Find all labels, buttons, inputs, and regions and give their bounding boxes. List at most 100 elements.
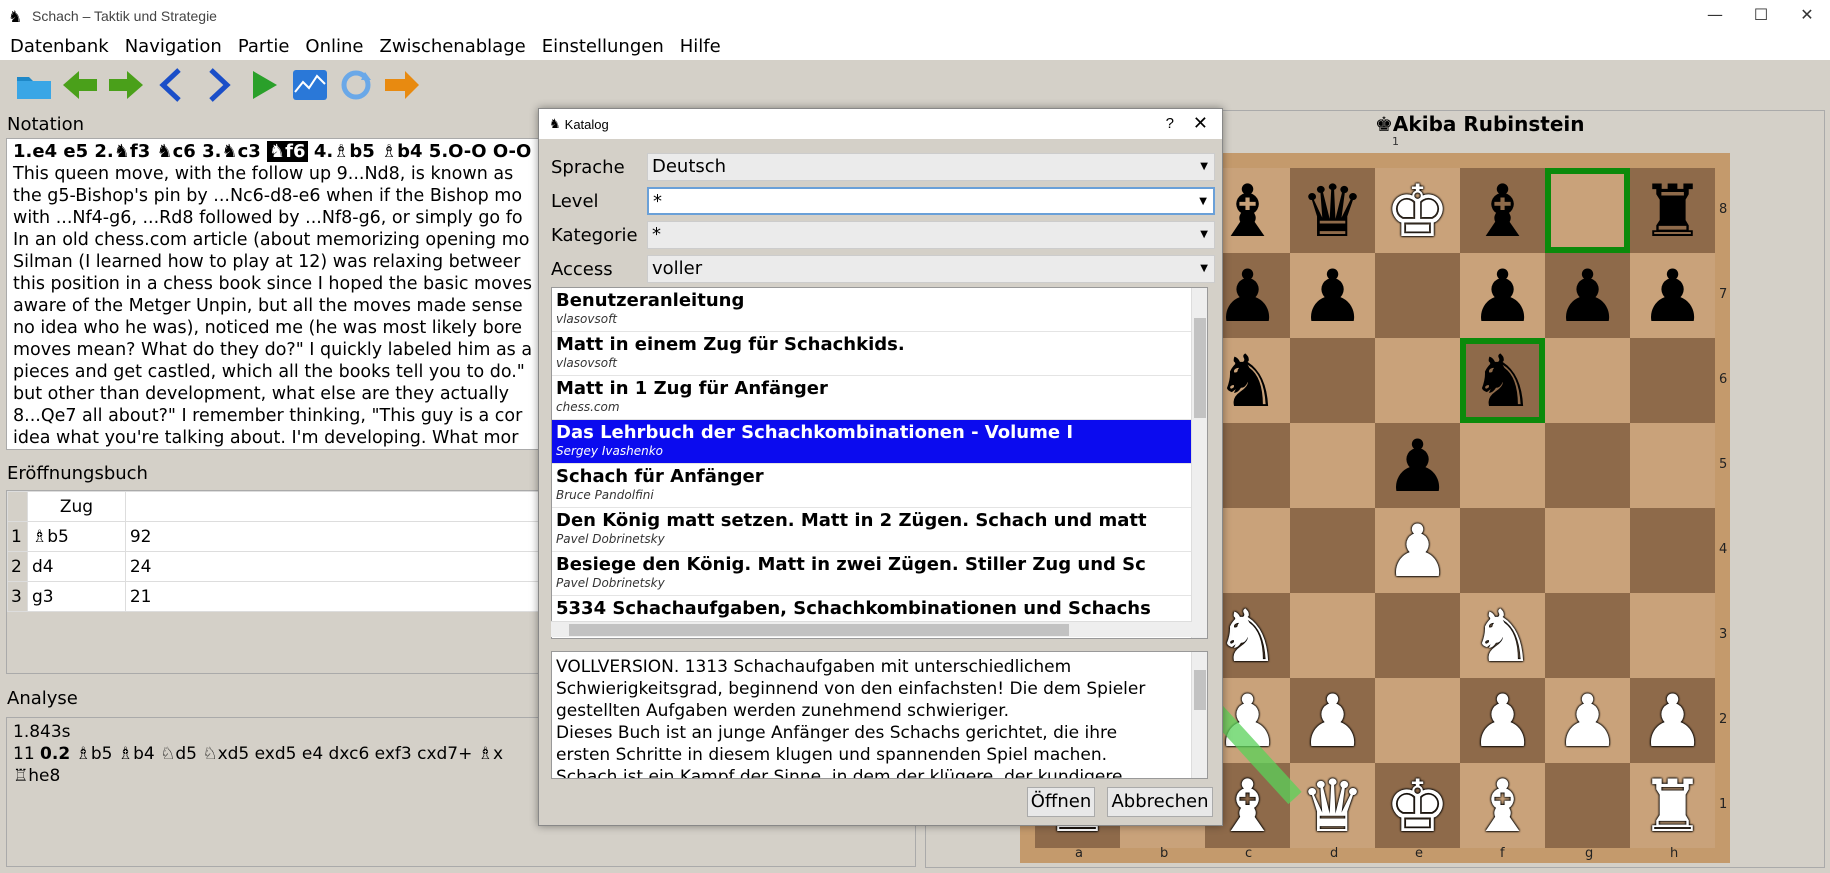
- file-label: f: [1500, 846, 1505, 861]
- description-line: Schwierigkeitsgrad, beginnend von den ei…: [556, 679, 1146, 699]
- analysis-icon[interactable]: [288, 63, 332, 107]
- catalog-list[interactable]: Benutzeranleitung vlasovsoft Matt in eine…: [551, 287, 1208, 639]
- list-vertical-scrollbar[interactable]: [1191, 288, 1207, 638]
- row-number: 2: [7, 551, 28, 582]
- item-author: vlasovsoft: [556, 312, 618, 326]
- list-item[interactable]: Besiege den König. Matt in zwei Zügen. S…: [552, 552, 1207, 596]
- list-item[interactable]: Schach für Anfänger Bruce Pandolfini: [552, 464, 1207, 508]
- maximize-button[interactable]: ☐: [1738, 0, 1784, 32]
- rank-label: 6: [1719, 372, 1728, 387]
- book-move[interactable]: g3: [26, 581, 126, 612]
- player-rank-top: 1: [1392, 135, 1399, 148]
- description-line: VOLLVERSION. 1313 Schachaufgaben mit unt…: [556, 657, 1072, 677]
- rank-label: 1: [1719, 797, 1728, 812]
- moves-text-rest[interactable]: 4.♗b5 ♗b4 5.O-O O-O: [308, 141, 531, 162]
- dropdown-arrow-icon: ▼: [1200, 263, 1208, 274]
- refresh-icon[interactable]: [334, 63, 378, 107]
- menu-online[interactable]: Online: [305, 36, 363, 57]
- analysis-moves: ♗b5 ♗b4 ♘d5 ♘xd5 exd5 e4 dxc6 exf3 cxd7+…: [70, 744, 504, 764]
- item-title: Matt in einem Zug für Schachkids.: [556, 334, 905, 355]
- file-label: b: [1160, 846, 1169, 861]
- select-value: *: [653, 191, 662, 212]
- window-title: Schach – Taktik und Strategie: [32, 8, 217, 24]
- item-author: Bruce Pandolfini: [556, 488, 654, 502]
- analysis-score: 0.2: [40, 744, 71, 764]
- row-number: 1: [7, 521, 28, 552]
- item-title: Schach für Anfänger: [556, 466, 764, 487]
- app-icon: ♞: [549, 116, 561, 131]
- column-header-zug[interactable]: Zug: [26, 491, 126, 522]
- list-item[interactable]: Benutzeranleitung vlasovsoft: [552, 288, 1207, 332]
- book-move[interactable]: d4: [26, 551, 126, 582]
- access-select[interactable]: voller ▼: [647, 255, 1215, 283]
- field-kategorie: Kategorie * ▼: [551, 221, 1215, 249]
- menu-bar: Datenbank Navigation Partie Online Zwisc…: [0, 32, 1830, 60]
- dropdown-arrow-icon: ▼: [1200, 161, 1208, 172]
- dialog-close-button[interactable]: ✕: [1193, 113, 1208, 134]
- prev-icon[interactable]: [150, 63, 194, 107]
- menu-partie[interactable]: Partie: [238, 36, 290, 57]
- close-button[interactable]: ✕: [1784, 0, 1830, 32]
- description-scrollbar[interactable]: [1191, 652, 1207, 778]
- file-label: g: [1585, 846, 1594, 861]
- field-access: Access voller ▼: [551, 255, 1215, 283]
- row-number: 3: [7, 581, 28, 612]
- description-box[interactable]: VOLLVERSION. 1313 Schachaufgaben mit unt…: [551, 651, 1208, 779]
- scrollbar-thumb[interactable]: [1194, 670, 1206, 710]
- scrollbar-thumb[interactable]: [569, 624, 1069, 636]
- file-label: h: [1670, 846, 1679, 861]
- menu-datenbank[interactable]: Datenbank: [10, 36, 109, 57]
- menu-zwischenablage[interactable]: Zwischenablage: [379, 36, 525, 57]
- analysis-depth: 11: [13, 744, 35, 764]
- item-author: Sergey Ivashenko: [556, 444, 663, 458]
- moves-text[interactable]: 1.e4 e5 2.♞f3 ♞c6 3.♞c3: [13, 141, 267, 162]
- file-label: a: [1075, 846, 1083, 861]
- dropdown-arrow-icon: ▼: [1199, 196, 1207, 207]
- book-move[interactable]: ♗b5: [26, 521, 126, 552]
- item-title: Den König matt setzen. Matt in 2 Zügen. …: [556, 510, 1147, 531]
- field-label: Kategorie: [551, 224, 638, 246]
- item-title: Matt in 1 Zug für Anfänger: [556, 378, 828, 399]
- forward-icon[interactable]: [104, 63, 148, 107]
- next-icon[interactable]: [196, 63, 240, 107]
- play-icon[interactable]: [242, 63, 286, 107]
- list-item[interactable]: Matt in einem Zug für Schachkids. vlasovs…: [552, 332, 1207, 376]
- rank-label: 2: [1719, 712, 1728, 727]
- list-item[interactable]: Matt in 1 Zug für Anfänger chess.com: [552, 376, 1207, 420]
- list-horizontal-scrollbar[interactable]: [551, 621, 1192, 637]
- item-title: Besiege den König. Matt in zwei Zügen. S…: [556, 554, 1146, 575]
- field-sprache: Sprache Deutsch ▼: [551, 153, 1215, 181]
- cancel-button[interactable]: Abbrechen: [1107, 787, 1213, 817]
- select-value: Deutsch: [652, 156, 727, 177]
- menu-einstellungen[interactable]: Einstellungen: [542, 36, 664, 57]
- menu-navigation[interactable]: Navigation: [125, 36, 222, 57]
- current-move[interactable]: ♞f6: [267, 141, 308, 162]
- kategorie-select[interactable]: * ▼: [647, 221, 1215, 249]
- back-icon[interactable]: [58, 63, 102, 107]
- folder-icon[interactable]: [12, 63, 56, 107]
- rank-label: 3: [1719, 627, 1728, 642]
- level-select[interactable]: * ▼: [647, 187, 1215, 215]
- select-value: *: [652, 224, 661, 245]
- rank-label: 8: [1719, 202, 1728, 217]
- rank-label: 4: [1719, 542, 1728, 557]
- sprache-select[interactable]: Deutsch ▼: [647, 153, 1215, 181]
- list-item-selected[interactable]: Das Lehrbuch der Schachkombinationen - V…: [552, 420, 1207, 464]
- app-icon: ♞: [8, 6, 23, 26]
- dialog-title-bar: ♞ Katalog ? ✕: [539, 109, 1222, 139]
- item-title: 5334 Schachaufgaben, Schachkombinationen…: [556, 598, 1151, 619]
- open-button[interactable]: Öffnen: [1027, 787, 1095, 817]
- jump-icon[interactable]: [380, 63, 424, 107]
- minimize-button[interactable]: —: [1692, 0, 1738, 32]
- scrollbar-thumb[interactable]: [1194, 318, 1206, 418]
- help-button[interactable]: ?: [1166, 115, 1174, 132]
- description-line: Schach ist ein Kampf der Sinne, in dem d…: [556, 767, 1123, 779]
- item-title: Benutzeranleitung: [556, 290, 745, 311]
- list-item[interactable]: Den König matt setzen. Matt in 2 Zügen. …: [552, 508, 1207, 552]
- item-author: Pavel Dobrinetsky: [556, 576, 665, 590]
- description-line: gestellten Aufgaben werden zunehmend sch…: [556, 701, 1010, 721]
- select-value: voller: [652, 258, 703, 279]
- dialog-title: Katalog: [564, 116, 609, 132]
- menu-hilfe[interactable]: Hilfe: [680, 36, 721, 57]
- file-label: c: [1245, 846, 1253, 861]
